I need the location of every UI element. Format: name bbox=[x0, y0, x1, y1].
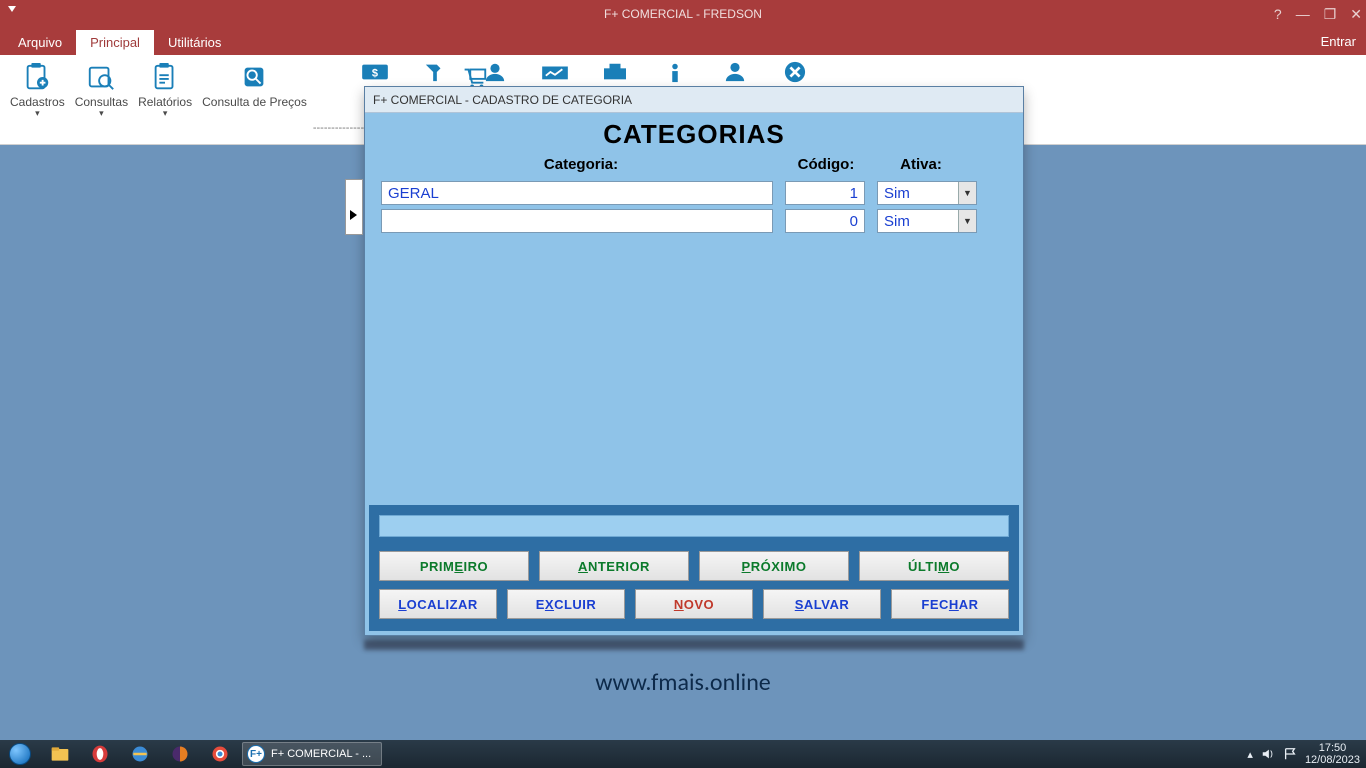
tray-date: 12/08/2023 bbox=[1305, 754, 1360, 766]
data-rows: ▼ ▼ bbox=[365, 179, 1023, 235]
opera-icon[interactable] bbox=[80, 740, 120, 768]
speaker-icon[interactable] bbox=[1261, 747, 1275, 761]
chrome-icon[interactable] bbox=[200, 740, 240, 768]
hammer-icon[interactable] bbox=[420, 61, 450, 83]
tab-principal[interactable]: Principal bbox=[76, 30, 154, 55]
taskbar-app-button[interactable]: F+ F+ COMERCIAL - ... bbox=[242, 742, 382, 766]
excluir-button[interactable]: EXCLUIR bbox=[507, 589, 625, 619]
dropdown-icon: ▾ bbox=[163, 109, 168, 117]
quick-access-toolbar bbox=[8, 6, 16, 12]
record-selector-icon[interactable] bbox=[345, 179, 363, 235]
dialog-heading: CATEGORIAS bbox=[365, 113, 1023, 152]
anterior-button[interactable]: ANTERIOR bbox=[539, 551, 689, 581]
table-row: ▼ bbox=[381, 207, 1023, 235]
flag-icon[interactable] bbox=[1283, 747, 1297, 761]
explorer-icon[interactable] bbox=[40, 740, 80, 768]
help-icon[interactable]: ? bbox=[1274, 6, 1282, 22]
dialog-shadow bbox=[364, 640, 1024, 650]
person-icon[interactable] bbox=[480, 61, 510, 83]
firefox-icon[interactable] bbox=[160, 740, 200, 768]
windows-taskbar: F+ F+ COMERCIAL - ... ▴ 17:50 12/08/2023 bbox=[0, 740, 1366, 768]
start-button[interactable] bbox=[0, 740, 40, 768]
system-tray: ▴ 17:50 12/08/2023 bbox=[1247, 742, 1366, 766]
consulta-precos-icon bbox=[239, 61, 269, 93]
consultas-button[interactable]: Consultas ▾ bbox=[71, 59, 132, 119]
tray-time: 17:50 bbox=[1305, 742, 1360, 754]
qat-dropdown-icon[interactable] bbox=[8, 6, 16, 12]
tab-utilitarios[interactable]: Utilitários bbox=[154, 30, 235, 55]
consultas-icon bbox=[86, 61, 116, 93]
ribbon-hidden-icons: $ bbox=[360, 61, 810, 83]
entrar-button[interactable]: Entrar bbox=[1321, 28, 1356, 55]
status-strip bbox=[379, 515, 1009, 537]
categoria-field[interactable] bbox=[381, 209, 773, 233]
consulta-precos-button[interactable]: Consulta de Preços bbox=[198, 59, 311, 111]
fechar-button[interactable]: FECHAR bbox=[891, 589, 1009, 619]
ie-icon[interactable] bbox=[120, 740, 160, 768]
close-circle-icon[interactable] bbox=[780, 61, 810, 83]
primeiro-button[interactable]: PRIMEIRO bbox=[379, 551, 529, 581]
tab-arquivo[interactable]: Arquivo bbox=[4, 30, 76, 55]
tray-clock[interactable]: 17:50 12/08/2023 bbox=[1305, 742, 1360, 766]
svg-text:$: $ bbox=[372, 68, 378, 80]
window-titlebar: F+ COMERCIAL - FREDSON ? — ❐ ✕ bbox=[0, 0, 1366, 28]
maximize-icon[interactable]: ❐ bbox=[1324, 6, 1337, 23]
cadastros-button[interactable]: Cadastros ▾ bbox=[6, 59, 69, 119]
close-icon[interactable]: ✕ bbox=[1350, 6, 1362, 23]
ribbon-tabs: Arquivo Principal Utilitários Entrar bbox=[0, 28, 1366, 55]
tray-chevron-icon[interactable]: ▴ bbox=[1247, 748, 1253, 761]
minimize-icon[interactable]: — bbox=[1296, 6, 1310, 22]
chart-icon[interactable] bbox=[540, 61, 570, 83]
dialog-title: F+ COMERCIAL - CADASTRO DE CATEGORIA bbox=[365, 87, 1023, 113]
dropdown-icon[interactable]: ▼ bbox=[958, 182, 976, 204]
ultimo-button[interactable]: ÚLTIMO bbox=[859, 551, 1009, 581]
codigo-field[interactable] bbox=[785, 209, 865, 233]
header-codigo: Código: bbox=[781, 156, 871, 173]
dialog-footer: PRIMEIRO ANTERIOR PRÓXIMO ÚLTIMO LOCALIZ… bbox=[369, 505, 1019, 631]
codigo-field[interactable] bbox=[785, 181, 865, 205]
consulta-precos-label: Consulta de Preços bbox=[202, 95, 307, 109]
dropdown-icon[interactable]: ▼ bbox=[958, 210, 976, 232]
header-categoria: Categoria: bbox=[381, 156, 781, 173]
user-icon[interactable] bbox=[720, 61, 750, 83]
dropdown-icon: ▾ bbox=[35, 109, 40, 117]
cadastros-label: Cadastros bbox=[10, 95, 65, 109]
consultas-label: Consultas bbox=[75, 95, 128, 109]
info-icon[interactable] bbox=[660, 61, 690, 83]
window-title: F+ COMERCIAL - FREDSON bbox=[604, 7, 762, 21]
categoria-dialog: F+ COMERCIAL - CADASTRO DE CATEGORIA CAT… bbox=[364, 86, 1024, 636]
cadastros-icon bbox=[22, 61, 52, 93]
proximo-button[interactable]: PRÓXIMO bbox=[699, 551, 849, 581]
register-icon[interactable] bbox=[600, 61, 630, 83]
dropdown-icon: ▾ bbox=[99, 109, 104, 117]
column-headers: Categoria: Código: Ativa: bbox=[365, 152, 1023, 179]
header-ativa: Ativa: bbox=[871, 156, 971, 173]
localizar-button[interactable]: LOCALIZAR bbox=[379, 589, 497, 619]
relatorios-button[interactable]: Relatórios ▾ bbox=[134, 59, 196, 119]
footer-url: www.fmais.online bbox=[595, 668, 771, 697]
novo-button[interactable]: NOVO bbox=[635, 589, 753, 619]
salvar-button[interactable]: SALVAR bbox=[763, 589, 881, 619]
categoria-field[interactable] bbox=[381, 181, 773, 205]
money-icon[interactable]: $ bbox=[360, 61, 390, 83]
table-row: ▼ bbox=[381, 179, 1023, 207]
relatorios-label: Relatórios bbox=[138, 95, 192, 109]
relatorios-icon bbox=[150, 61, 180, 93]
app-icon: F+ bbox=[247, 745, 265, 763]
taskbar-app-label: F+ COMERCIAL - ... bbox=[271, 748, 371, 760]
